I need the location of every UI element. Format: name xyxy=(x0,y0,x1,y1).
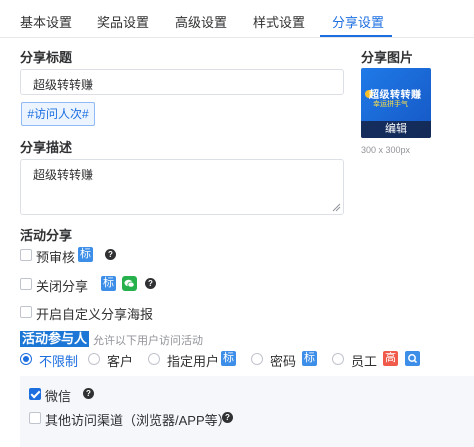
share-title-input[interactable]: 超级转转赚 xyxy=(20,69,344,95)
standard-badge: 标 xyxy=(78,247,93,262)
radio-specified-users-label: 指定用户 xyxy=(167,354,220,369)
share-image-thumbnail[interactable]: 超级转转赚 幸运拼手气 编辑 xyxy=(361,68,431,138)
active-tab-indicator xyxy=(320,35,392,37)
other-channels-checkbox[interactable] xyxy=(29,412,41,424)
tab-basic-settings[interactable]: 基本设置 xyxy=(20,12,72,31)
wechat-icon xyxy=(122,276,137,291)
custom-share-poster-label: 开启自定义分享海报 xyxy=(36,307,154,322)
promo-subtitle: 幸运拼手气 xyxy=(373,101,408,108)
pre-review-label: 预审核 xyxy=(36,250,76,265)
radio-specified-users[interactable] xyxy=(148,353,160,365)
tab-share-settings[interactable]: 分享设置 xyxy=(332,12,384,31)
help-icon[interactable]: ? xyxy=(83,388,94,399)
resize-handle-icon[interactable] xyxy=(332,203,341,212)
other-channels-label: 其他访问渠道（浏览器/APP等） xyxy=(45,413,231,428)
help-icon[interactable]: ? xyxy=(145,278,156,289)
radio-unrestricted-label: 不限制 xyxy=(39,354,79,369)
share-title-value: 超级转转赚 xyxy=(33,78,94,92)
radio-customer[interactable] xyxy=(88,353,100,365)
pre-review-checkbox[interactable] xyxy=(20,249,32,261)
help-icon[interactable]: ? xyxy=(105,249,116,260)
radio-staff-label: 员工 xyxy=(351,354,378,369)
participants-hint: 允许以下用户访问活动 xyxy=(93,335,203,347)
radio-unrestricted[interactable] xyxy=(20,353,32,365)
custom-share-poster-checkbox[interactable] xyxy=(20,306,32,318)
activity-share-label: 活动分享 xyxy=(20,228,73,243)
radio-staff[interactable] xyxy=(332,353,344,365)
share-title-label: 分享标题 xyxy=(20,50,73,65)
radio-password[interactable] xyxy=(251,353,263,365)
participants-label: 活动参与人 xyxy=(20,331,90,347)
share-image-label: 分享图片 xyxy=(361,50,414,65)
standard-badge: 标 xyxy=(302,351,317,366)
premium-badge: 高 xyxy=(383,351,398,366)
share-description-label: 分享描述 xyxy=(20,140,73,155)
standard-badge: 标 xyxy=(221,351,236,366)
radio-password-label: 密码 xyxy=(270,354,297,369)
image-size-hint: 300 x 300px xyxy=(361,145,411,155)
wechat-channel-checkbox[interactable] xyxy=(29,388,41,400)
standard-badge: 标 xyxy=(101,276,116,291)
disable-share-checkbox[interactable] xyxy=(20,278,32,290)
visit-count-variable-button[interactable]: #访问人次# xyxy=(21,102,95,126)
disable-share-label: 关闭分享 xyxy=(36,279,89,294)
tab-style-settings[interactable]: 样式设置 xyxy=(253,12,305,31)
search-icon[interactable] xyxy=(405,351,420,366)
help-icon[interactable]: ? xyxy=(222,412,233,423)
tab-bar: 基本设置 奖品设置 高级设置 样式设置 分享设置 xyxy=(0,0,474,38)
radio-customer-label: 客户 xyxy=(107,354,134,369)
share-description-textarea[interactable]: 超级转转赚 xyxy=(20,159,344,215)
tab-advanced-settings[interactable]: 高级设置 xyxy=(175,12,227,31)
wechat-channel-label: 微信 xyxy=(45,389,72,404)
share-description-value: 超级转转赚 xyxy=(33,168,94,182)
edit-image-button[interactable]: 编辑 xyxy=(361,121,431,138)
tab-prize-settings[interactable]: 奖品设置 xyxy=(97,12,149,31)
